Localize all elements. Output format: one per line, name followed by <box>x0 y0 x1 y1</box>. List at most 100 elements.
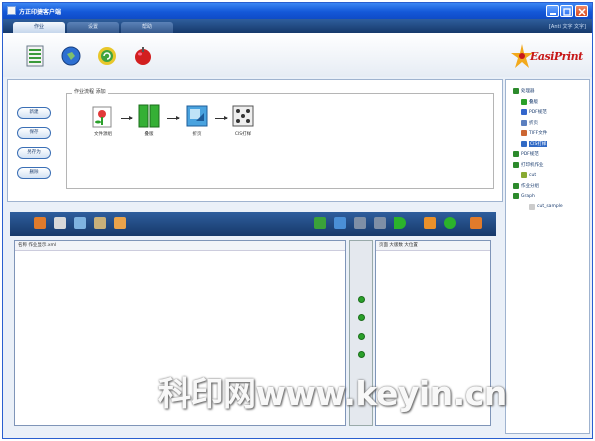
green-dot-icon[interactable] <box>358 296 365 303</box>
flow-step[interactable]: 文件源组 <box>86 103 120 137</box>
list-icon <box>26 45 44 67</box>
maximize-button[interactable] <box>560 5 573 17</box>
tree-item[interactable]: 作业分组 <box>513 182 539 189</box>
tree-item-label: Graph <box>521 193 535 199</box>
split-pages-icon <box>138 104 160 128</box>
step-label: CIS打样 <box>234 132 252 137</box>
green-arrow-icon[interactable] <box>334 217 346 229</box>
refresh-icon <box>98 47 116 65</box>
tree-item-label: cut <box>529 172 537 178</box>
orange-flag-icon[interactable] <box>424 217 436 229</box>
proof-icon <box>232 105 254 127</box>
tree-item-label: 处理器 <box>521 89 535 94</box>
tree-node-icon <box>529 203 535 210</box>
flow-step[interactable]: 叠版 <box>132 103 166 137</box>
apple-button[interactable] <box>131 44 155 68</box>
save-button[interactable]: 保存 <box>17 127 51 139</box>
list-button[interactable] <box>23 44 47 68</box>
tree-item[interactable]: 打印机作业 <box>513 161 544 168</box>
tree-node-icon <box>513 151 519 157</box>
globe-icon <box>61 46 81 66</box>
globe-button[interactable] <box>59 44 83 68</box>
window-title: 方正印捷客户端 <box>19 9 62 16</box>
new-button[interactable]: 新建 <box>17 107 51 119</box>
flow-step[interactable]: 折页 <box>180 103 214 137</box>
step-label: 文件源组 <box>94 132 112 137</box>
page-list-header: 页面 大版数 大位置 <box>376 241 490 251</box>
tree-item-label: 叠版 <box>529 99 538 105</box>
tree-node-icon <box>513 182 519 189</box>
tab-help[interactable]: 帮助 <box>121 22 173 33</box>
resource-tree-panel <box>505 79 590 434</box>
watermark: 科印网www.keyin.cn <box>158 374 507 413</box>
tree-item[interactable]: CIS打样 <box>521 140 548 147</box>
green-dot-icon[interactable] <box>358 314 365 321</box>
flow-groupbox <box>66 93 494 189</box>
pen-icon[interactable] <box>54 217 66 229</box>
close-icon <box>578 8 586 16</box>
save-as-button[interactable]: 另存为 <box>17 147 51 159</box>
tree-item[interactable]: 叠版 <box>521 98 538 105</box>
tree-node-icon <box>521 98 527 105</box>
flower-document-icon <box>92 106 112 128</box>
green-dot-icon[interactable] <box>358 351 365 358</box>
delete-button[interactable]: 删除 <box>17 167 51 179</box>
main-toolbar: EasiPrint <box>3 33 592 77</box>
tab-settings[interactable]: 设置 <box>67 22 119 33</box>
step-label: 折页 <box>192 132 202 137</box>
play-icon[interactable] <box>394 217 406 229</box>
tabbar-status: [Anti 文字 文字] <box>548 24 586 30</box>
gray-arrow-icon[interactable] <box>374 217 386 229</box>
refresh-button[interactable] <box>95 44 119 68</box>
tree-node-icon <box>513 193 519 199</box>
box-icon[interactable] <box>94 217 106 229</box>
flow-step[interactable]: CIS打样 <box>226 103 260 137</box>
tree-item-label: CIS打样 <box>529 140 548 147</box>
title-bar: 方正印捷客户端 <box>3 3 592 19</box>
close-button[interactable] <box>575 5 588 17</box>
tree-item[interactable]: PDF规范 <box>513 151 539 157</box>
tree-item[interactable]: TIFF文件 <box>521 130 547 136</box>
tree-item-label: PDF规范 <box>521 152 539 157</box>
tree-item-label: 打印机作业 <box>521 162 544 168</box>
arrow-icon[interactable] <box>354 217 366 229</box>
flow-arrow <box>167 116 180 120</box>
easiprint-logo: EasiPrint <box>507 42 589 72</box>
copy-icon[interactable] <box>74 217 86 229</box>
job-toolbar <box>10 212 496 236</box>
tree-node-icon <box>521 172 527 178</box>
green-dot-icon[interactable] <box>358 333 365 340</box>
tree-item[interactable]: cut_sample <box>529 203 563 210</box>
tree-node-icon <box>521 130 527 136</box>
tree-item[interactable]: cut <box>521 172 536 178</box>
tab-jobs[interactable]: 作业 <box>13 22 65 33</box>
open-icon[interactable] <box>34 217 46 229</box>
user-icon[interactable] <box>114 217 126 229</box>
apple-icon <box>135 47 151 65</box>
tree-item-label: cut_sample <box>537 204 563 209</box>
orange-box-icon[interactable] <box>470 217 482 229</box>
tree-item[interactable]: Graph <box>513 193 535 199</box>
tree-item[interactable]: PDF规范 <box>521 109 547 115</box>
minimize-icon <box>550 13 556 15</box>
tree-item-label: 作业分组 <box>521 183 539 189</box>
tree-item-label: 折页 <box>529 120 538 126</box>
tree-item[interactable]: 处理器 <box>513 88 535 94</box>
tree-node-icon <box>521 140 527 147</box>
tree-item-label: PDF规范 <box>529 110 547 115</box>
app-icon <box>7 6 16 15</box>
tree-item[interactable]: 折页 <box>521 119 538 126</box>
step-label: 叠版 <box>144 132 154 137</box>
imposition-icon <box>186 105 208 127</box>
tree-node-icon <box>513 88 519 94</box>
flow-label: 作业流程 添加 <box>72 88 108 95</box>
green-circle-icon[interactable] <box>444 217 456 229</box>
flow-arrow <box>121 116 133 120</box>
move-icon[interactable] <box>314 217 326 229</box>
minimize-button[interactable] <box>546 5 559 17</box>
tree-node-icon <box>521 109 527 115</box>
logo-text: EasiPrint <box>530 50 583 63</box>
tree-node-icon <box>513 161 519 168</box>
job-list-header: 名称 作业显示.xml <box>15 241 345 251</box>
tree-node-icon <box>521 119 527 126</box>
